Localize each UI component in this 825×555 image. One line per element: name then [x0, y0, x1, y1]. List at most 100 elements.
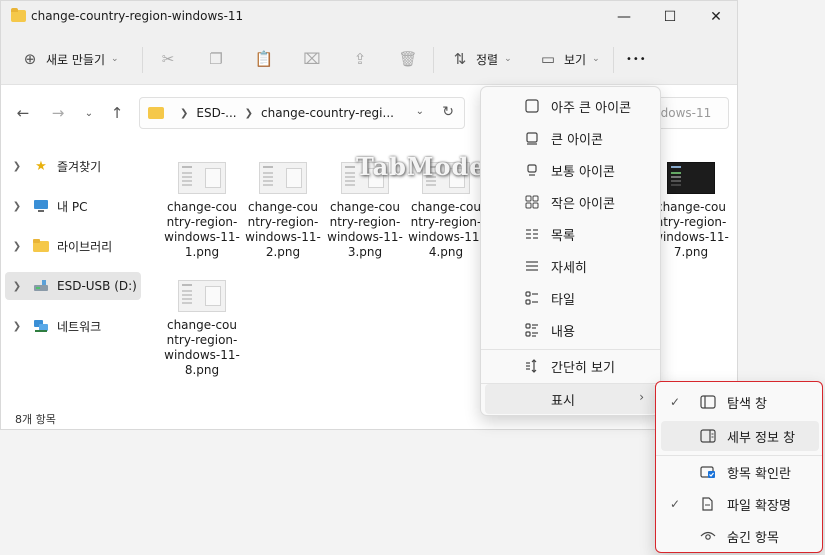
chevron-right-icon[interactable]: ❯: [7, 201, 27, 212]
usb-drive-icon: [33, 278, 49, 294]
star-icon: ★: [35, 158, 47, 174]
recent-locations-button[interactable]: ⌄: [79, 103, 99, 123]
chevron-right-icon[interactable]: ❯: [7, 161, 27, 172]
menu-item-label: 작은 아이콘: [551, 196, 615, 212]
sidebar-item-label: 내 PC: [57, 199, 88, 214]
close-button[interactable]: ✕: [693, 1, 737, 33]
image-thumbnail: [667, 162, 715, 194]
menu-item-label: 타일: [551, 292, 575, 308]
title-bar[interactable]: change-country-region-windows-11 — ☐ ✕: [1, 1, 737, 33]
menu-item-details[interactable]: 자세히: [485, 251, 656, 281]
submenu-item-label: 세부 정보 창: [727, 430, 796, 446]
share-button[interactable]: ⇪: [351, 45, 369, 73]
menu-item-tiles[interactable]: 타일: [485, 283, 656, 313]
sidebar-item-favorites[interactable]: ❯ ★ 즐겨찾기: [5, 152, 141, 180]
paste-button[interactable]: 📋: [255, 45, 274, 73]
details-icon: [523, 257, 541, 275]
arrow-up-icon: ↑: [110, 104, 124, 122]
new-button-label: 새로 만들기: [46, 52, 106, 67]
chevron-down-icon: ⌄: [111, 54, 119, 64]
file-item[interactable]: change-country-region-windows-11-2.png: [245, 141, 321, 260]
menu-item-label: 아주 큰 아이콘: [551, 100, 632, 116]
chevron-right-icon[interactable]: ❯: [7, 281, 27, 292]
toolbar-divider: [613, 47, 614, 73]
delete-button[interactable]: 🗑: [398, 45, 417, 73]
sidebar-item-network[interactable]: ❯ 네트워크: [5, 312, 141, 340]
menu-item-small-icons[interactable]: 작은 아이콘: [485, 187, 656, 217]
share-icon: ⇪: [353, 50, 367, 68]
file-extension-icon: [699, 495, 717, 513]
submenu-item-label: 탐색 창: [727, 396, 768, 412]
forward-button[interactable]: →: [48, 103, 68, 123]
submenu-item-hidden-items[interactable]: 숨긴 항목: [661, 521, 819, 551]
checkmark-icon: ✓: [669, 497, 681, 511]
menu-item-show[interactable]: 표시 ›: [485, 384, 656, 414]
rename-icon: ⌧: [303, 50, 321, 68]
menu-divider: [656, 455, 822, 456]
new-button[interactable]: ⊕ 새로 만들기 ⌄: [21, 45, 119, 73]
minimize-button[interactable]: —: [601, 1, 647, 33]
submenu-item-item-checkboxes[interactable]: 항목 확인란: [661, 457, 819, 487]
address-bar[interactable]: ❯ ESD-... ❯ change-country-regi... ⌄ ↻: [139, 97, 465, 129]
copy-button[interactable]: ❐: [207, 45, 225, 73]
menu-item-label: 큰 아이콘: [551, 132, 603, 148]
tiles-icon: [523, 289, 541, 307]
chevron-down-icon: ⌄: [592, 54, 600, 64]
menu-item-label: 보통 아이콘: [551, 164, 615, 180]
menu-item-large-icons[interactable]: 큰 아이콘: [485, 123, 656, 153]
submenu-item-navigation-pane[interactable]: ✓ 탐색 창: [661, 387, 819, 417]
menu-item-content[interactable]: 내용: [485, 315, 656, 345]
file-item[interactable]: change-country-region-windows-11-8.png: [164, 259, 240, 378]
file-item[interactable]: change-country-region-windows-11-7.png: [653, 141, 729, 260]
medium-icons-icon: [523, 161, 541, 179]
sidebar-item-esd-usb[interactable]: ❯ ESD-USB (D:): [5, 272, 141, 300]
sidebar-item-libraries[interactable]: ❯ 라이브러리: [5, 232, 141, 260]
up-button[interactable]: ↑: [107, 103, 127, 123]
image-thumbnail: [259, 162, 307, 194]
breadcrumb-segment[interactable]: ESD-...: [196, 106, 236, 120]
menu-item-medium-icons[interactable]: 보통 아이콘: [485, 155, 656, 185]
file-item[interactable]: change-country-region-windows-11-1.png: [164, 141, 240, 260]
menu-item-label: 표시: [551, 393, 575, 409]
chevron-right-icon[interactable]: ❯: [7, 321, 27, 332]
cut-button[interactable]: ✂: [159, 45, 177, 73]
chevron-down-icon[interactable]: ⌄: [416, 106, 424, 117]
pc-icon: [33, 198, 49, 214]
submenu-item-label: 숨긴 항목: [727, 530, 779, 546]
view-button[interactable]: ▭ 보기 ⌄: [539, 45, 600, 73]
back-button[interactable]: ←: [13, 103, 33, 123]
chevron-right-icon: ❯: [244, 107, 253, 119]
close-icon: ✕: [710, 9, 722, 25]
folder-icon: [148, 107, 164, 119]
submenu-item-label: 파일 확장명: [727, 498, 791, 514]
view-icon: ▭: [540, 50, 556, 68]
menu-item-compact-view[interactable]: 간단히 보기: [485, 351, 656, 381]
menu-item-extra-large-icons[interactable]: 아주 큰 아이콘: [485, 91, 656, 121]
file-name: change-country-region-windows-11-2.png: [245, 200, 321, 259]
list-icon: [523, 225, 541, 243]
menu-item-label: 간단히 보기: [551, 360, 615, 376]
submenu-item-label: 항목 확인란: [727, 466, 791, 482]
large-icons-icon: [523, 129, 541, 147]
hidden-items-icon: [699, 527, 717, 545]
scissors-icon: ✂: [161, 50, 175, 68]
submenu-item-details-pane[interactable]: 세부 정보 창: [661, 421, 819, 451]
small-icons-icon: [523, 193, 541, 211]
refresh-icon[interactable]: ↻: [442, 104, 454, 120]
network-icon: [33, 318, 49, 334]
sort-button[interactable]: ⇅ 정렬 ⌄: [451, 45, 512, 73]
submenu-item-file-extensions[interactable]: ✓ 파일 확장명: [661, 489, 819, 519]
folder-icon: [11, 8, 26, 22]
menu-item-list[interactable]: 목록: [485, 219, 656, 249]
breadcrumb-segment[interactable]: change-country-regi...: [261, 106, 394, 120]
sidebar-item-this-pc[interactable]: ❯ 내 PC: [5, 192, 141, 220]
maximize-button[interactable]: ☐: [647, 1, 693, 33]
maximize-icon: ☐: [663, 9, 677, 25]
sort-button-label: 정렬: [476, 52, 499, 67]
extra-large-icons-icon: [523, 97, 541, 115]
rename-button[interactable]: ⌧: [303, 45, 321, 73]
menu-divider: [481, 349, 660, 350]
more-options-button[interactable]: •••: [626, 45, 647, 73]
menu-item-label: 내용: [551, 324, 575, 340]
chevron-right-icon[interactable]: ❯: [7, 241, 27, 252]
